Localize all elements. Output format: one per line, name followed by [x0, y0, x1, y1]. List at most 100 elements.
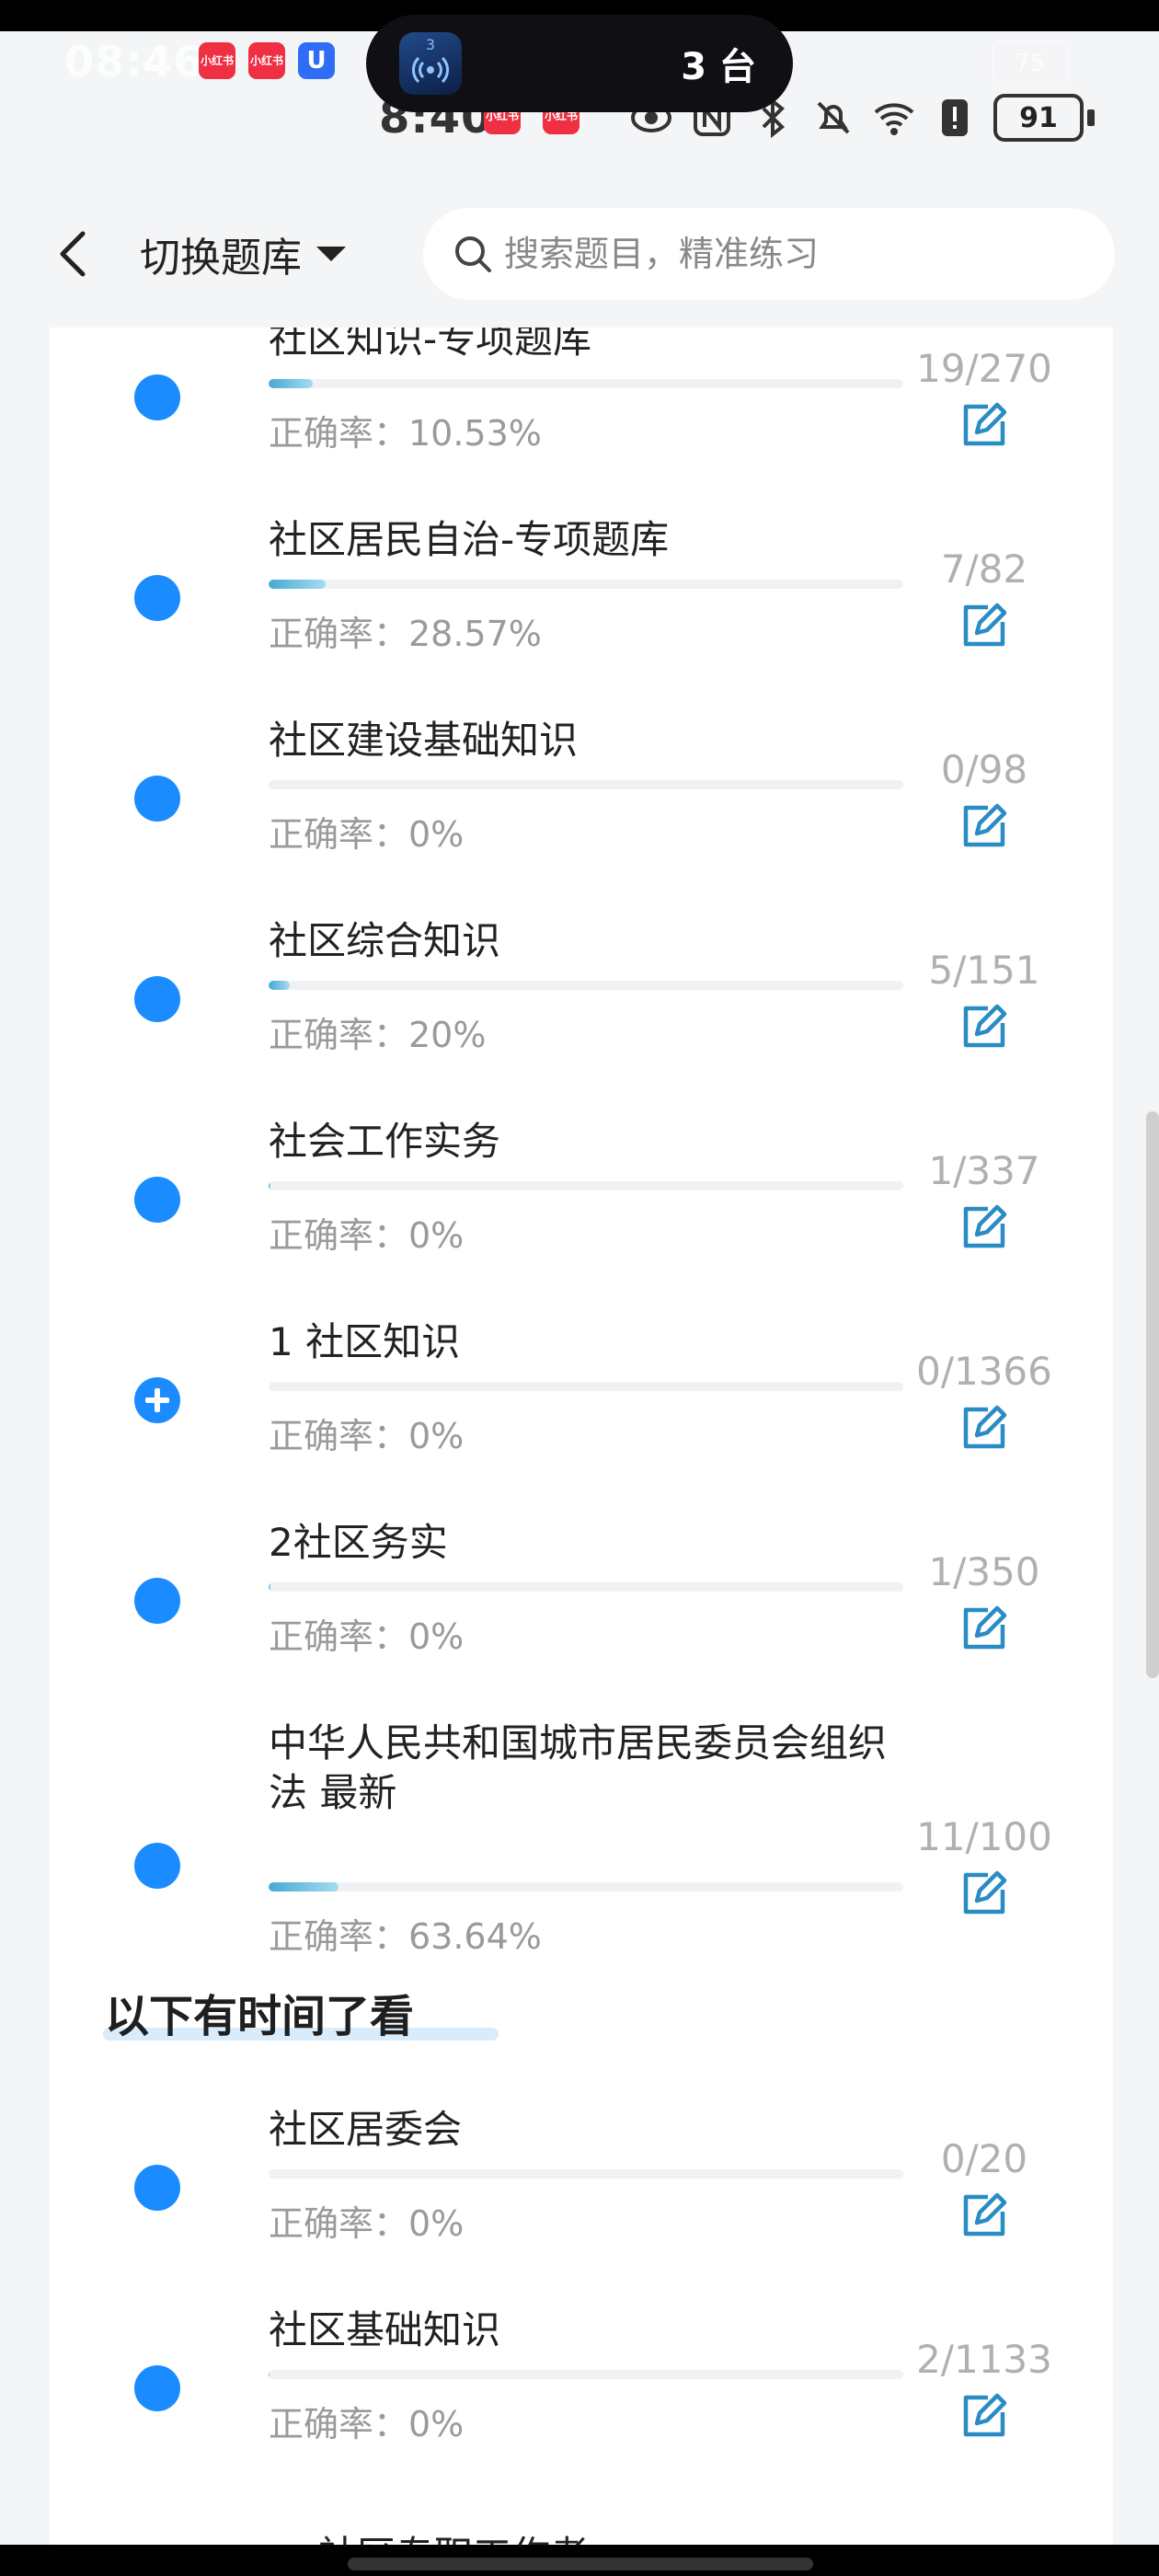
list-item[interactable]: 社区综合知识正确率：20% 5/151 — [50, 916, 1113, 1062]
edit-note-icon[interactable] — [957, 2188, 1012, 2243]
progress-count: 1/337 — [928, 1148, 1040, 1193]
progress-fill — [269, 379, 314, 388]
progress-count: 7/82 — [940, 546, 1028, 592]
plus-circle-icon — [134, 1377, 180, 1423]
progress-count: 0/20 — [940, 2136, 1028, 2181]
progress-bar — [269, 1582, 903, 1592]
progress-fill — [269, 580, 327, 589]
item-name: 社区居民自治-专项题库 — [269, 517, 670, 562]
status-dot — [134, 1843, 180, 1889]
edit-note-icon[interactable] — [957, 598, 1012, 653]
search-input[interactable] — [502, 233, 1021, 275]
accuracy-rate: 正确率：28.57% — [269, 614, 542, 654]
accuracy-rate: 正确率：0% — [269, 1416, 465, 1456]
home-indicator[interactable] — [348, 2558, 813, 2570]
list-item[interactable]: 社会工作实务正确率：0% 1/337 — [50, 1117, 1113, 1262]
progress-count: 19/270 — [916, 346, 1052, 391]
switch-bank-dropdown[interactable]: 切换题库 — [140, 224, 346, 283]
shield-app-badge: U — [298, 42, 335, 79]
progress-fill — [269, 981, 290, 990]
app-header: 切换题库 — [0, 180, 1159, 328]
item-name: 2社区务实 — [269, 1520, 448, 1565]
status-dot — [134, 2365, 180, 2411]
status-dot — [134, 374, 180, 420]
progress-count: 11/100 — [916, 1814, 1052, 1859]
accuracy-rate: 正确率：0% — [269, 1616, 465, 1657]
progress-fill — [269, 2370, 270, 2379]
section-title: 以下有时间了看 — [105, 1991, 415, 2042]
progress-bar — [269, 379, 903, 388]
item-name: 中华人民共和国城市居民委员会组织法 最新 — [269, 1720, 888, 1815]
list-item[interactable]: 1 社区知识 正确率：0% 0/1366 — [50, 1317, 1113, 1463]
list-item[interactable]: 中华人民共和国城市居民委员会组织法 最新正确率：63.64% 11/100 — [50, 1719, 1113, 1963]
battery-indicator: 91 — [993, 94, 1095, 142]
item-name: 社区知识-专项题库 — [269, 328, 592, 362]
progress-bar — [269, 2169, 903, 2179]
scrollbar[interactable] — [1146, 1111, 1159, 1678]
item-name: 社区居委会 — [269, 2107, 463, 2152]
xiaohongshu-badge-1: 小红书 — [199, 42, 235, 79]
progress-bar — [269, 1181, 903, 1190]
dynamic-island[interactable]: 3 3 台 — [366, 15, 793, 112]
cast-app-icon: 3 — [399, 32, 462, 95]
accuracy-rate: 正确率：20% — [269, 1015, 487, 1055]
progress-count: 1/350 — [928, 1549, 1040, 1594]
chevron-left-icon — [60, 231, 86, 277]
list-item[interactable]: 社区居民自治-专项题库正确率：28.57% 7/82 — [50, 515, 1113, 661]
progress-bar — [269, 1382, 903, 1391]
search-bar[interactable] — [423, 208, 1115, 300]
caret-down-icon — [316, 247, 346, 261]
battery-level: 91 — [993, 94, 1084, 142]
status-dot — [134, 2165, 180, 2211]
item-name: 社区综合知识 — [269, 918, 501, 963]
bell-off-icon — [817, 101, 850, 134]
status-dot — [134, 976, 180, 1022]
battery-overlay: 75 — [992, 40, 1069, 86]
accuracy-rate: 正确率：0% — [269, 2203, 465, 2244]
edit-note-icon[interactable] — [957, 799, 1012, 854]
accuracy-rate: 正确率：0% — [269, 1215, 465, 1256]
edit-note-icon[interactable] — [957, 1866, 1012, 1921]
item-name: 社会工作实务 — [269, 1119, 501, 1164]
progress-fill — [269, 1582, 271, 1592]
status-time-overlay: 08:46 — [64, 37, 204, 86]
list-item[interactable]: 2社区务实正确率：0% 1/350 — [50, 1518, 1113, 1663]
edit-note-icon[interactable] — [957, 1200, 1012, 1255]
question-bank-list: 以下有时间了看 社区专职工作者 社区知识-专项题库正确率：10.53%19/27… — [50, 328, 1113, 2576]
cast-count-badge: 3 — [425, 36, 436, 53]
edit-note-icon[interactable] — [957, 2388, 1012, 2444]
list-item[interactable]: 社区基础知识正确率：0% 2/1133 — [50, 2306, 1113, 2451]
status-dot — [134, 1578, 180, 1624]
accuracy-rate: 正确率：63.64% — [269, 1916, 542, 1957]
search-icon — [455, 236, 491, 272]
status-dot — [134, 1177, 180, 1223]
edit-note-icon[interactable] — [957, 1601, 1012, 1656]
progress-count: 0/1366 — [916, 1349, 1052, 1394]
status-dot — [134, 575, 180, 621]
progress-count: 0/98 — [940, 747, 1028, 792]
cast-device-count: 3 台 — [681, 46, 756, 88]
edit-note-icon[interactable] — [957, 397, 1012, 453]
item-name: 社区基础知识 — [269, 2307, 501, 2352]
xiaohongshu-badge-2: 小红书 — [248, 42, 285, 79]
progress-bar — [269, 1882, 903, 1892]
progress-count: 2/1133 — [916, 2337, 1052, 2382]
back-button[interactable] — [46, 226, 101, 282]
progress-fill — [269, 1882, 339, 1892]
progress-count: 5/151 — [928, 948, 1040, 993]
progress-bar — [269, 580, 903, 589]
list-item[interactable]: 社区知识-专项题库正确率：10.53% 19/270 — [50, 328, 1113, 460]
progress-bar — [269, 780, 903, 789]
accuracy-rate: 正确率：0% — [269, 2404, 465, 2444]
edit-note-icon[interactable] — [957, 1400, 1012, 1455]
progress-fill — [269, 1181, 271, 1190]
status-dot — [134, 776, 180, 822]
list-item[interactable]: 社区居委会正确率：0% 0/20 — [50, 2105, 1113, 2250]
sim-alert-icon — [942, 99, 968, 136]
accuracy-rate: 正确率：0% — [269, 814, 465, 855]
accuracy-rate: 正确率：10.53% — [269, 413, 542, 454]
list-item[interactable]: 社区建设基础知识 正确率：0% 0/98 — [50, 716, 1113, 861]
progress-bar — [269, 981, 903, 990]
edit-note-icon[interactable] — [957, 999, 1012, 1054]
progress-bar — [269, 2370, 903, 2379]
